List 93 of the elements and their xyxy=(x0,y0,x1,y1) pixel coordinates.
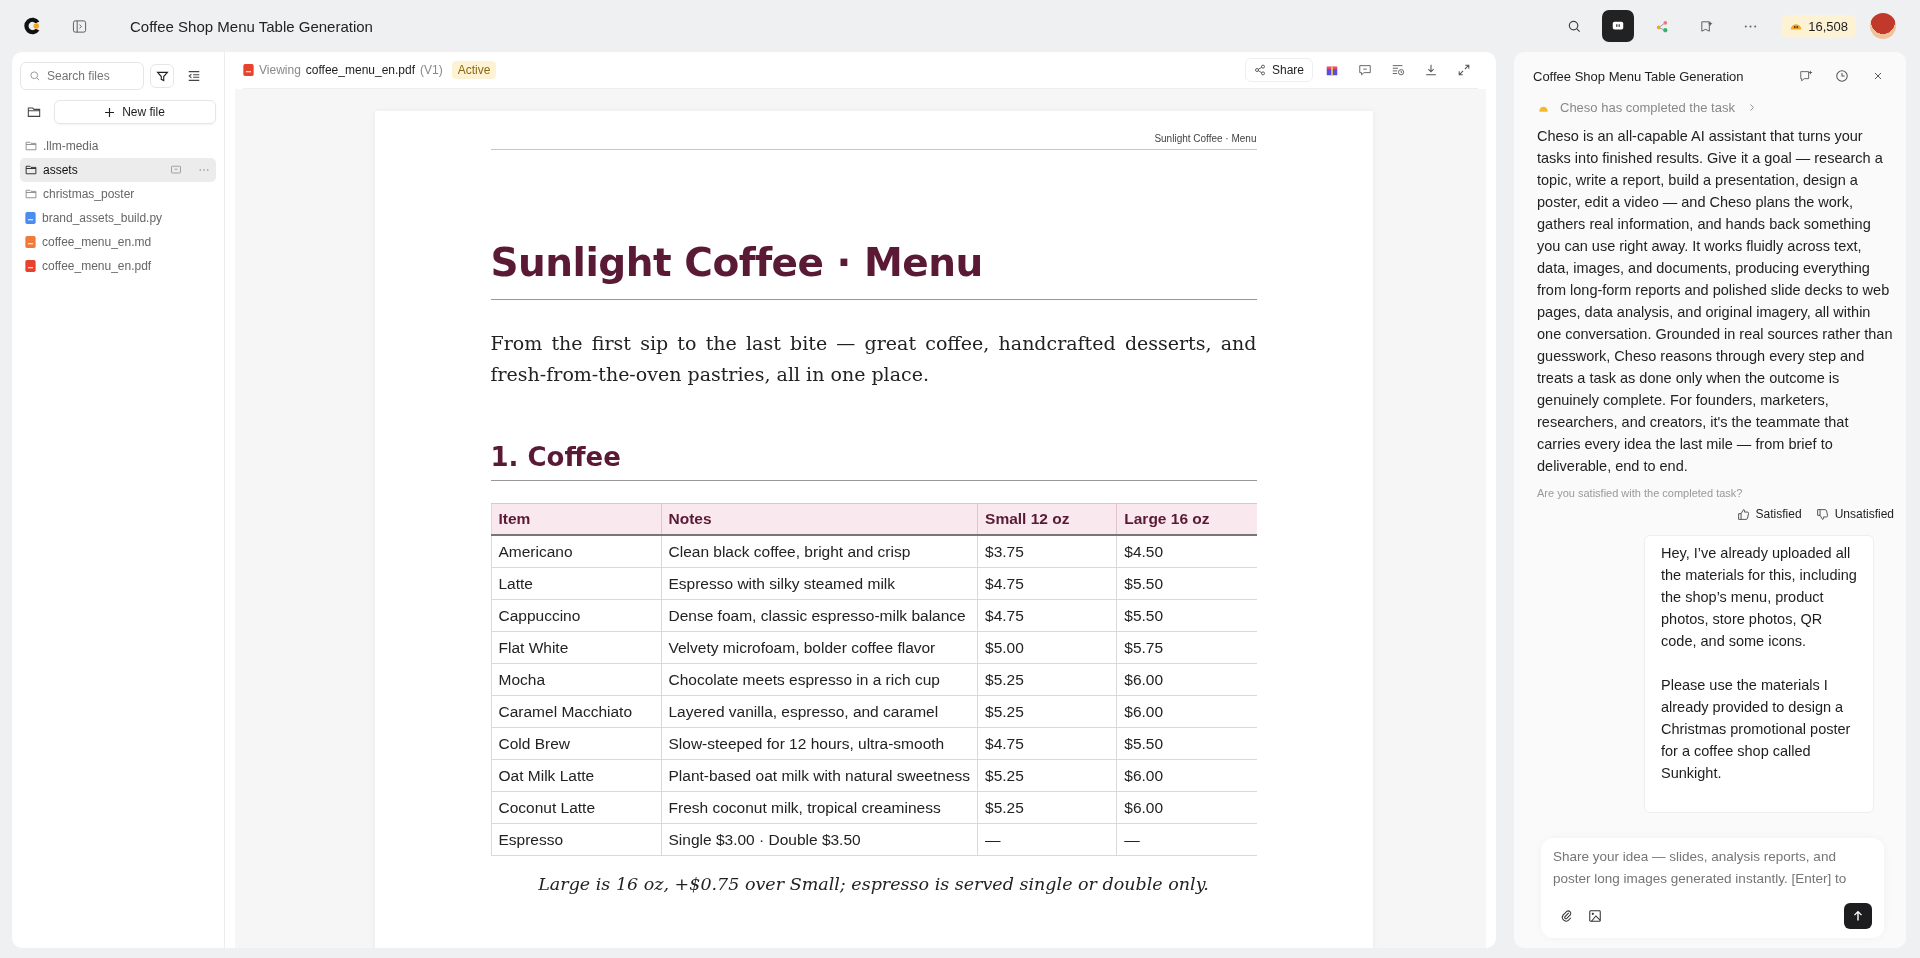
status-badge: Active xyxy=(451,61,497,79)
table-cell: $5.25 xyxy=(977,695,1117,728)
table-cell: $5.25 xyxy=(977,759,1117,792)
table-cell: Cappuccino xyxy=(491,599,661,632)
table-cell: $6.00 xyxy=(1116,791,1257,824)
table-cell: $6.00 xyxy=(1116,695,1257,728)
feedback-question: Are you satisfied with the completed task? xyxy=(1537,487,1744,499)
column-header: Small 12 oz xyxy=(977,503,1117,535)
table-cell: Velvety microfoam, bolder coffee flavor xyxy=(661,631,978,664)
message-paragraph: Please use the materials I already provided to design a Christmas promotional poster for a coffee shop called Sunkight. xyxy=(1661,676,1852,783)
chevron-right-icon xyxy=(1748,103,1755,112)
column-header: Notes xyxy=(661,503,978,535)
unsatisfied-button[interactable]: Unsatisfied xyxy=(1815,505,1894,523)
file-tree-item[interactable]: coffee_menu_en.md xyxy=(20,230,216,254)
table-cell: $5.50 xyxy=(1116,599,1257,632)
table-cell: Latte xyxy=(491,567,661,600)
table-cell: Caramel Macchiato xyxy=(491,695,661,728)
search-field[interactable]: Search files xyxy=(20,62,144,90)
intro-paragraph: From the first sip to the last bite — great coffee, handcrafted desserts, and fresh-from-the-oven pastries, all in one place. xyxy=(490,331,1257,387)
table-cell: Cold Brew xyxy=(491,727,661,760)
document-title: Sunlight Coffee · Menu xyxy=(490,240,1257,300)
chat-title: Coffee Shop Menu Table Generation xyxy=(1533,68,1744,84)
pdf-file-icon xyxy=(243,64,254,76)
file-tree-item[interactable]: .llm-media xyxy=(20,134,216,158)
assistant-message: Cheso is an all-capable AI assistant that turns your tasks into finished results. Give it a goal — research a topic, write a report, build a presentation, design a poster, edit a video — and Cheso plans the work, gathers real information, and hands back something you can use right away. It works fluidly across text, data, images, and documents, producing everything from long-form reports and polished slide decks to web pages, data analysis, and original imagery, all within one conversation. Grounded in real sources rather than guesswork, Cheso reasons through every step and treats a task as done only when the outcome is genuinely complete. For founders, marketers, researchers, and creators, it's the teammate that carries every idea the last mile — from brief to deliverable, end to end. xyxy=(1537,127,1894,476)
table-cell: Single $3.00 · Double $3.50 xyxy=(661,823,978,856)
thumbs-down-icon xyxy=(1815,507,1829,521)
table-cell: $6.00 xyxy=(1116,663,1257,696)
comment-icon[interactable] xyxy=(170,164,182,176)
table-cell: — xyxy=(1116,823,1257,856)
arrow-up-icon xyxy=(1851,909,1865,923)
avatar[interactable] xyxy=(1870,13,1896,39)
search-icon xyxy=(29,70,41,82)
chat-icon[interactable] xyxy=(1602,10,1635,42)
table-cell: $5.75 xyxy=(1116,631,1257,664)
table-cell: Coconut Latte xyxy=(491,791,661,824)
folder-icon xyxy=(25,140,37,152)
file-tree-item[interactable]: christmas_poster xyxy=(20,182,216,206)
table-cell: $3.75 xyxy=(977,535,1117,568)
running-header: Sunlight Coffee · Menu xyxy=(490,133,1257,150)
table-cell: $6.00 xyxy=(1116,759,1257,792)
table-cell: Layered vanilla, espresso, and caramel xyxy=(661,695,978,728)
table-cell: Mocha xyxy=(491,663,661,696)
section-heading: 1. Coffee xyxy=(490,442,1257,481)
file-icon xyxy=(25,212,36,224)
message-paragraph: Hey, I’ve already uploaded all the materials for this, including the shop’s menu, product photos, store photos, QR code, and some icons. xyxy=(1661,544,1857,651)
plus-icon xyxy=(105,107,115,117)
table-cell: $4.75 xyxy=(977,727,1117,760)
new-file-button[interactable]: New file xyxy=(54,100,216,124)
project-title: Coffee Shop Menu Table Generation xyxy=(130,17,373,35)
table-cell: Slow-steeped for 12 hours, ultra-smooth xyxy=(661,727,978,760)
share-icon xyxy=(1253,64,1266,76)
table-cell: $5.50 xyxy=(1116,727,1257,760)
file-icon xyxy=(25,260,36,272)
column-header: Large 16 oz xyxy=(1116,503,1257,535)
credits-badge[interactable]: 16,508 xyxy=(1781,14,1856,38)
table-cell: Dense foam, classic espresso-milk balance xyxy=(661,599,978,632)
message-composer[interactable]: Share your idea — slides, analysis reports, and poster long images generated instantly. [Enter] to xyxy=(1541,838,1884,938)
folder-icon xyxy=(25,164,37,176)
table-cell: — xyxy=(977,823,1117,856)
file-name: coffee_menu_en.pdf xyxy=(305,63,415,77)
file-icon xyxy=(25,236,36,248)
share-button[interactable]: Share xyxy=(1244,58,1313,82)
file-tree-item[interactable]: coffee_menu_en.pdf xyxy=(20,254,216,278)
filter-icon[interactable] xyxy=(150,64,174,88)
table-cell: $4.75 xyxy=(977,599,1117,632)
table-cell: Fresh coconut milk, tropical creaminess xyxy=(661,791,978,824)
file-tree-item[interactable]: brand_assets_build.py xyxy=(20,206,216,230)
table-cell: $4.50 xyxy=(1116,535,1257,568)
message-input[interactable]: Share your idea — slides, analysis reports, and poster long images generated instantly. [Enter] to xyxy=(1553,846,1872,890)
table-cell: Oat Milk Latte xyxy=(491,759,661,792)
table-cell: Clean black coffee, bright and crisp xyxy=(661,535,978,568)
send-button[interactable] xyxy=(1844,903,1872,929)
table-cell: Flat White xyxy=(491,631,661,664)
table-cell: $5.25 xyxy=(977,791,1117,824)
table-cell: Plant-based oat milk with natural sweetness xyxy=(661,759,978,792)
table-cell: Espresso with silky steamed milk xyxy=(661,567,978,600)
table-cell: Chocolate meets espresso in a rich cup xyxy=(661,663,978,696)
viewing-label: Viewing xyxy=(259,63,301,77)
folder-icon xyxy=(25,188,37,200)
thumbs-up-icon xyxy=(1736,507,1750,521)
table-cell: Espresso xyxy=(491,823,661,856)
file-tree-item[interactable]: assets xyxy=(20,158,216,182)
satisfied-button[interactable]: Satisfied xyxy=(1736,505,1802,523)
table-cell: $4.75 xyxy=(977,567,1117,600)
table-cell: $5.50 xyxy=(1116,567,1257,600)
table-cell: $5.25 xyxy=(977,663,1117,696)
version-label: (V1) xyxy=(420,63,443,77)
table-cell: $5.00 xyxy=(977,631,1117,664)
column-header: Item xyxy=(491,503,661,535)
table-footnote: Large is 16 oz, +$0.75 over Small; espresso is served single or double only. xyxy=(537,874,1210,894)
task-status-link[interactable]: Cheso has completed the task xyxy=(1537,100,1755,115)
table-cell: Americano xyxy=(491,535,661,568)
